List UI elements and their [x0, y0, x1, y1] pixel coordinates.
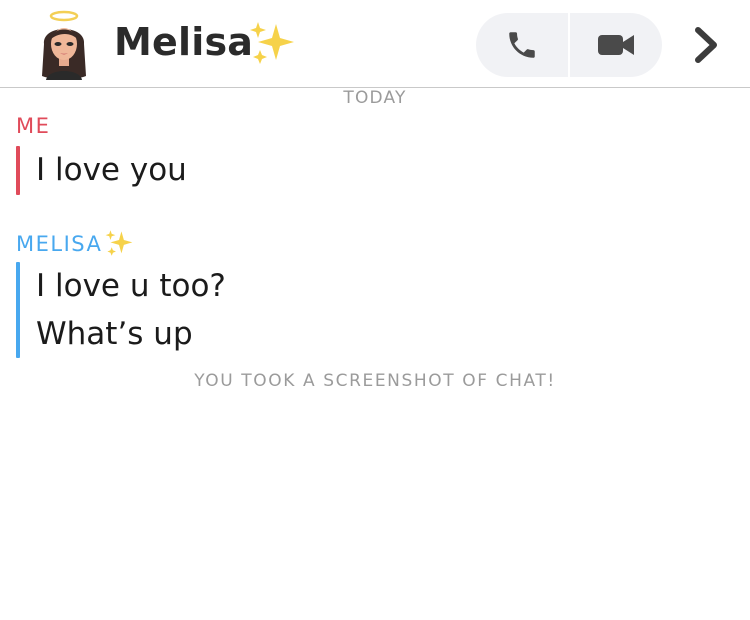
sparkles-icon	[248, 20, 296, 66]
video-camera-icon	[598, 35, 634, 55]
screenshot-notice: YOU TOOK A SCREENSHOT OF CHAT!	[194, 371, 556, 391]
chat-header: Melisa	[0, 0, 750, 88]
message-text[interactable]: I love you	[36, 150, 187, 190]
sender-label-me: ME	[16, 114, 51, 138]
sender-label-friend: MELISA	[16, 229, 134, 257]
bitmoji-avatar-icon[interactable]	[32, 10, 96, 80]
chevron-right-icon[interactable]	[690, 26, 722, 64]
message-text[interactable]: What’s up	[36, 314, 193, 354]
phone-icon	[509, 32, 535, 58]
audio-call-button[interactable]	[476, 13, 568, 77]
contact-name[interactable]: Melisa	[114, 17, 253, 67]
message-text[interactable]: I love u too?	[36, 266, 226, 306]
message-bar-me	[16, 146, 20, 195]
date-separator: TODAY	[343, 88, 407, 108]
sparkles-icon	[104, 229, 134, 257]
video-call-button[interactable]	[570, 13, 662, 77]
message-bar-friend	[16, 262, 20, 358]
call-buttons	[476, 13, 662, 77]
